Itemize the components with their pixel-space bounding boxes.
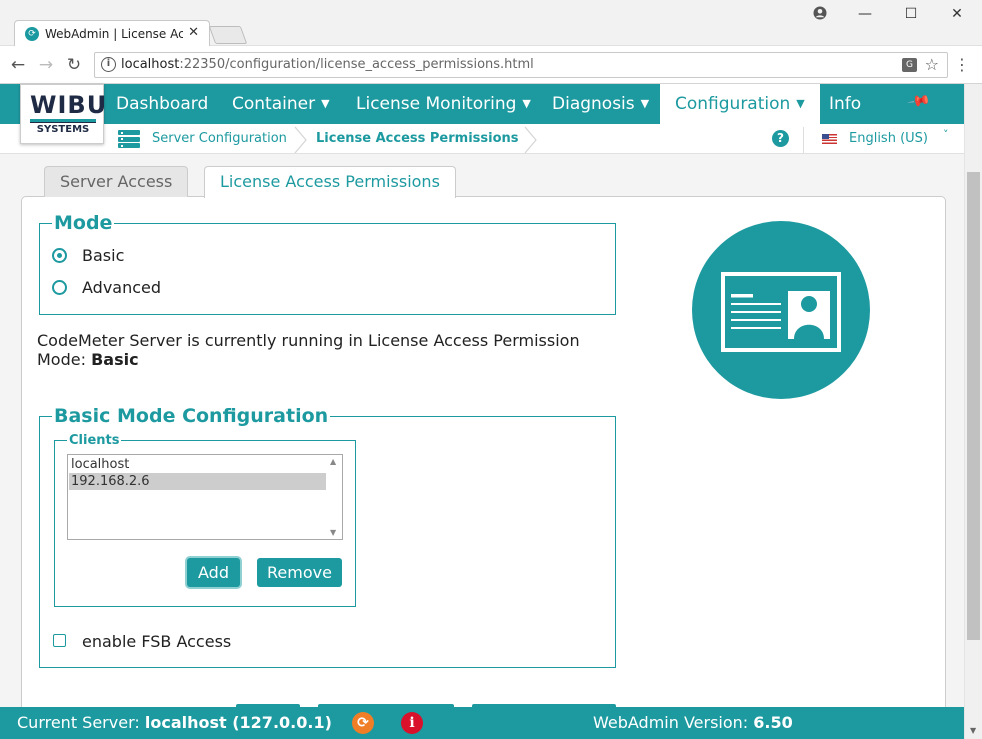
chevron-down-icon: ▼ [321, 97, 330, 110]
webadmin-version-label: WebAdmin Version: 6.50 [593, 713, 793, 732]
page-scrollbar[interactable]: ▼ [964, 84, 982, 739]
nav-container[interactable]: Container ▼ [232, 84, 330, 124]
maximize-button[interactable]: ☐ [901, 6, 921, 22]
alert-icon[interactable]: i [401, 712, 423, 734]
wibu-logo[interactable]: WIBU SYSTEMS [20, 84, 106, 144]
listbox-scrollbar[interactable]: ▲ ▼ [326, 455, 342, 539]
forward-arrow-icon[interactable]: → [36, 55, 56, 75]
new-tab-button[interactable] [208, 26, 248, 44]
kebab-menu-icon[interactable]: ⋮ [954, 56, 970, 74]
scroll-up-icon[interactable]: ▲ [330, 457, 336, 466]
breadcrumb-separator [294, 126, 308, 154]
browser-tab[interactable]: ⟳ WebAdmin | License Access Permissions … [14, 20, 210, 47]
tab-server-access[interactable]: Server Access [44, 166, 189, 197]
list-item[interactable]: 192.168.2.6 [69, 473, 326, 490]
list-item[interactable]: localhost [69, 456, 326, 473]
breadcrumb-server-configuration[interactable]: Server Configuration [152, 130, 287, 148]
mode-basic-radio[interactable] [52, 248, 67, 263]
basic-mode-legend: Basic Mode Configuration [54, 405, 329, 427]
back-arrow-icon[interactable]: ← [8, 55, 28, 75]
star-icon[interactable]: ☆ [925, 55, 939, 74]
language-select[interactable]: English (US) [849, 130, 928, 148]
account-icon[interactable] [810, 6, 830, 24]
browser-titlebar: ⟳ WebAdmin | License Access Permissions … [0, 0, 982, 47]
scrollbar-thumb[interactable] [967, 172, 980, 640]
mode-status-value: Basic [91, 350, 139, 369]
url-text[interactable]: localhost:22350/configuration/license_ac… [121, 57, 534, 72]
clients-legend: Clients [69, 433, 120, 448]
mode-status-text: CodeMeter Server is currently running in… [37, 331, 580, 369]
nav-license-monitoring[interactable]: License Monitoring ▼ [356, 84, 531, 124]
breadcrumb-license-access-permissions[interactable]: License Access Permissions [316, 130, 519, 148]
add-client-button[interactable]: Add [187, 558, 240, 587]
browser-toolbar: ← → ↻ i localhost:22350/configuration/li… [0, 46, 982, 84]
mode-basic-label[interactable]: Basic [82, 246, 124, 266]
chevron-down-icon: ▼ [640, 97, 650, 110]
fsb-access-checkbox[interactable] [53, 634, 66, 647]
divider [803, 127, 804, 153]
browser-tab-title: WebAdmin | License Access Permissions [45, 27, 183, 41]
tab-close-icon[interactable]: ✕ [188, 25, 199, 40]
nav-diagnosis[interactable]: Diagnosis ▼ [552, 84, 649, 124]
fsb-access-label[interactable]: enable FSB Access [82, 632, 231, 652]
status-footer: Current Server: localhost (127.0.0.1) We… [0, 707, 964, 739]
help-icon[interactable]: ? [772, 130, 789, 147]
close-window-button[interactable]: ✕ [947, 6, 967, 22]
chevron-down-icon: ▼ [796, 97, 805, 110]
info-icon[interactable]: i [101, 57, 116, 72]
address-bar[interactable]: i localhost:22350/configuration/license_… [94, 52, 948, 78]
id-card-icon [691, 220, 871, 400]
nav-configuration[interactable]: Configuration ▼ [660, 84, 820, 124]
breadcrumb-separator [524, 126, 538, 154]
minimize-button[interactable]: — [855, 6, 875, 22]
scroll-down-icon[interactable]: ▼ [330, 528, 336, 537]
nav-dashboard[interactable]: Dashboard [116, 84, 208, 124]
scroll-down-icon[interactable]: ▼ [970, 726, 976, 735]
reload-icon[interactable]: ↻ [64, 55, 84, 75]
server-icon [118, 130, 140, 148]
mode-fieldset: Mode [39, 212, 616, 315]
nav-info[interactable]: Info [829, 84, 861, 124]
us-flag-icon [822, 134, 837, 144]
tab-license-access-permissions[interactable]: License Access Permissions [204, 166, 456, 198]
translate-icon[interactable]: G [902, 58, 917, 72]
clients-listbox[interactable]: localhost 192.168.2.6 ▲ ▼ [67, 454, 343, 540]
mode-legend: Mode [54, 212, 113, 234]
mode-advanced-radio[interactable] [52, 280, 67, 295]
current-server-label: Current Server: localhost (127.0.0.1) [17, 713, 332, 732]
chevron-down-icon[interactable]: ˅ [943, 128, 949, 141]
webadmin-version-value: 6.50 [753, 713, 793, 732]
refresh-icon[interactable]: ⟳ [352, 712, 374, 734]
mode-advanced-label[interactable]: Advanced [82, 278, 161, 298]
favicon-icon: ⟳ [25, 27, 39, 41]
current-server-value: localhost (127.0.0.1) [144, 713, 332, 732]
remove-client-button[interactable]: Remove [257, 558, 342, 587]
chevron-down-icon: ▼ [522, 97, 531, 110]
